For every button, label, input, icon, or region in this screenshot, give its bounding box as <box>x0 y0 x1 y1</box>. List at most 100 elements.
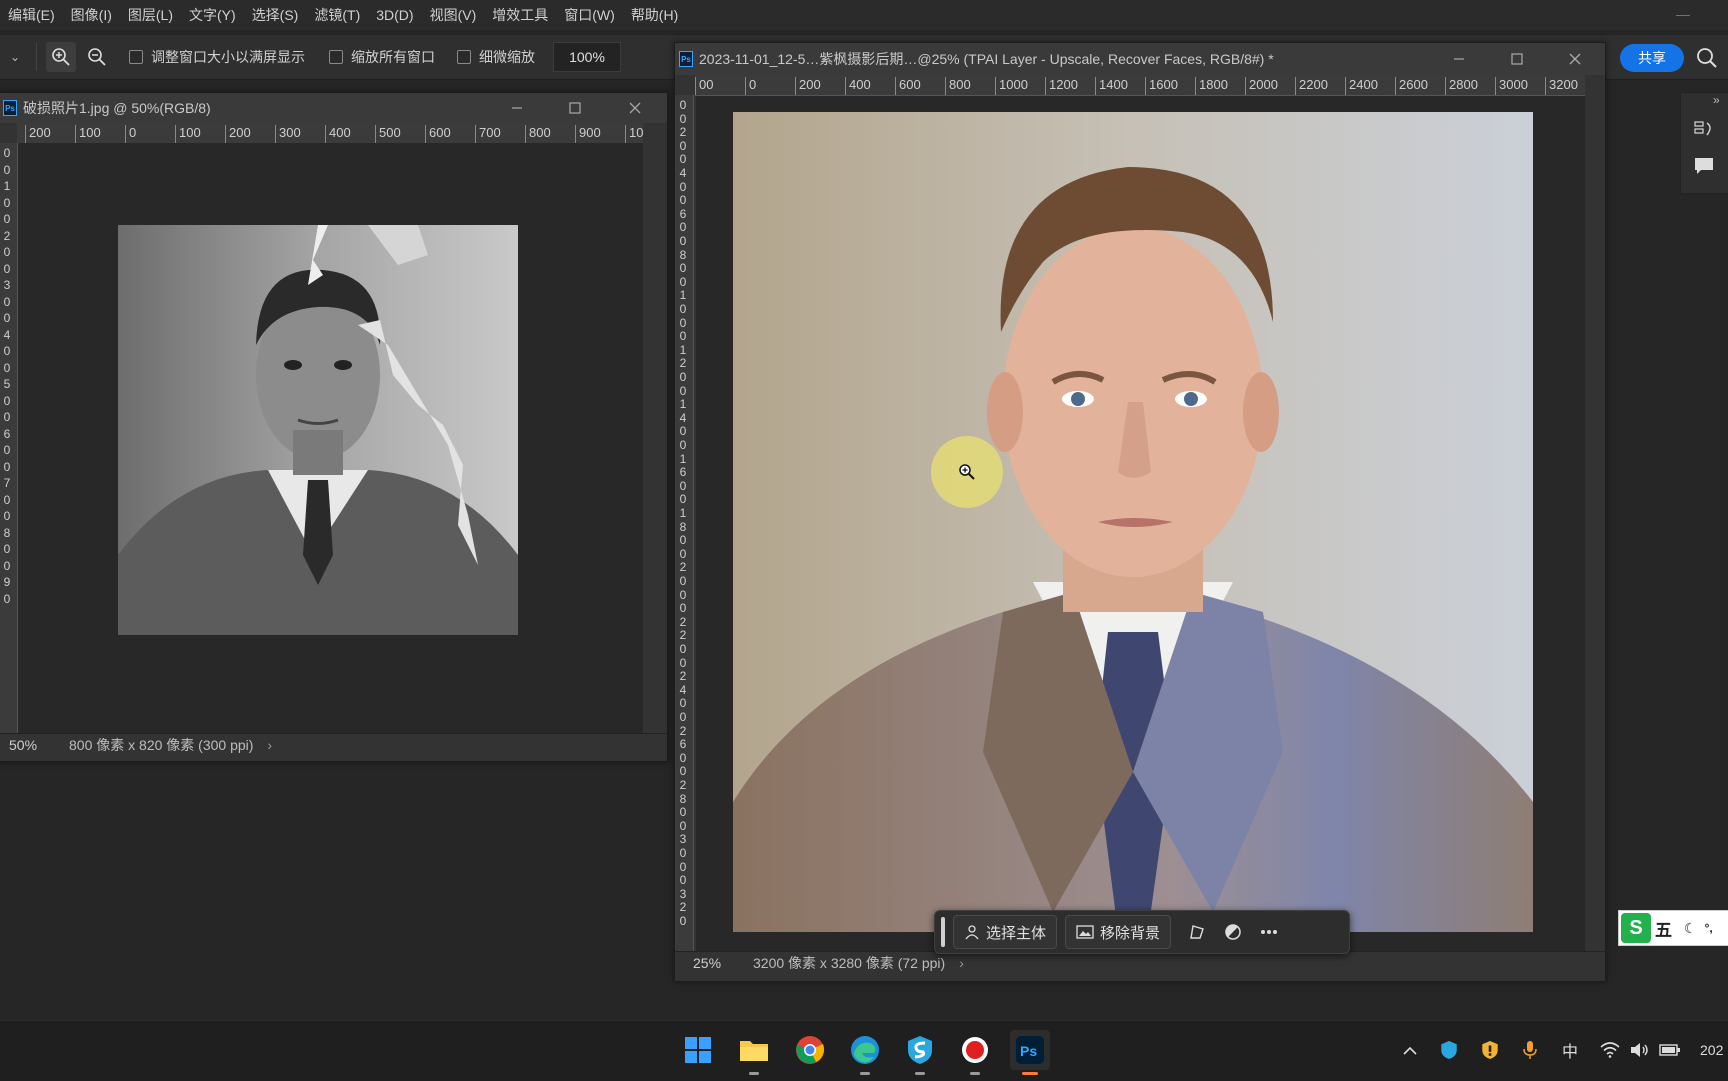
left-zoom-level[interactable]: 50% <box>0 737 59 753</box>
ruler-tick-digit: 0 <box>3 410 11 424</box>
ruler-tick-digit: 0 <box>679 574 687 588</box>
resize-windows-checkbox[interactable]: 调整窗口大小以满屏显示 <box>129 47 305 67</box>
menu-item[interactable]: 滤镜(T) <box>306 0 368 30</box>
adjustment-button[interactable] <box>1215 916 1251 948</box>
checkbox-box[interactable] <box>329 50 343 64</box>
photoshop-taskbar-button[interactable]: Ps <box>1010 1030 1050 1070</box>
ruler-tick-digit: 0 <box>3 294 11 309</box>
start-button[interactable] <box>678 1030 718 1070</box>
zoom-in-button[interactable] <box>46 42 76 72</box>
edge-button[interactable] <box>845 1030 885 1070</box>
ruler-tick-digit: 0 <box>679 179 687 194</box>
zoom-percent-field[interactable]: 100% <box>553 42 621 72</box>
right-canvas[interactable] <box>696 96 1585 951</box>
ruler-tick-digit: 0 <box>679 492 687 507</box>
left-vertical-ruler[interactable]: 0 0 1 0 0 2 0 0 3 0 0 4 0 0 5 0 0 6 0 0 7 0 0 8 0 0 9 0 <box>0 143 18 733</box>
scrubby-zoom-checkbox[interactable]: 细微缩放 <box>457 47 535 67</box>
chrome-button[interactable] <box>790 1030 830 1070</box>
ruler-tick-digit: 2 <box>679 614 687 629</box>
search-button[interactable] <box>1696 47 1718 72</box>
ruler-tick-digit: 0 <box>3 393 11 408</box>
ruler-tick-digit: 0 <box>679 710 687 724</box>
status-menu-chevron-icon[interactable]: › <box>959 955 964 971</box>
left-canvas[interactable] <box>18 143 643 733</box>
left-horizontal-ruler[interactable]: 200 100 0 100 200 300 400 500 600 700 800 900 10 <box>17 123 643 144</box>
checkbox-box[interactable] <box>129 50 143 64</box>
battery-button[interactable] <box>1658 1038 1682 1062</box>
drag-handle[interactable] <box>941 917 945 947</box>
more-options-button[interactable] <box>1251 916 1287 948</box>
recorder-button[interactable] <box>955 1030 995 1070</box>
checkbox-box[interactable] <box>457 50 471 64</box>
right-doc-close-button[interactable] <box>1555 43 1595 75</box>
zoom-all-windows-checkbox[interactable]: 缩放所有窗口 <box>329 47 435 67</box>
menu-item[interactable]: 视图(V) <box>422 0 485 30</box>
left-doc-close-button[interactable] <box>615 93 655 123</box>
right-doc-maximize-button[interactable] <box>1497 43 1537 75</box>
ruler-tick-digit: 3 <box>679 832 687 847</box>
close-icon <box>1569 53 1581 65</box>
close-icon <box>629 102 641 114</box>
right-doc-minimize-button[interactable] <box>1439 43 1479 75</box>
file-explorer-button[interactable] <box>734 1030 774 1070</box>
menu-item[interactable]: 增效工具 <box>484 0 556 30</box>
security-app-button[interactable] <box>900 1030 940 1070</box>
menu-item[interactable]: 图像(I) <box>63 0 120 30</box>
damaged-portrait-image <box>118 225 518 635</box>
ruler-tick-label: 2200 <box>1295 77 1328 95</box>
ruler-tick-label: 1400 <box>1095 77 1128 95</box>
ruler-tick-digit: 3 <box>679 886 687 901</box>
menu-item[interactable]: 编辑(E) <box>0 0 63 30</box>
tool-preset-dropdown[interactable]: ⌄ <box>0 50 30 64</box>
app-minimize-button[interactable]: — <box>1676 6 1690 22</box>
history-panel-button[interactable] <box>1693 119 1715 144</box>
ruler-tick-digit: 8 <box>3 525 11 540</box>
ruler-tick-digit: 8 <box>679 791 687 806</box>
right-vertical-ruler[interactable]: 0020040060080010001200140016001800200022… <box>675 95 694 951</box>
menu-item[interactable]: 帮助(H) <box>623 0 686 30</box>
ruler-tick-label: 2400 <box>1345 77 1378 95</box>
ruler-tick-digit: 0 <box>679 152 687 167</box>
menu-item[interactable]: 文字(Y) <box>181 0 244 30</box>
menu-item[interactable]: 图层(L) <box>120 0 181 30</box>
clock-date[interactable]: 202 <box>1700 1038 1728 1062</box>
left-doc-titlebar[interactable]: Ps 破损照片1.jpg @ 50%(RGB/8) <box>0 93 667 123</box>
expand-panels-button[interactable]: » <box>1713 93 1720 107</box>
remove-background-button[interactable]: 移除背景 <box>1065 915 1172 949</box>
ime-status-bar[interactable]: S 五 ☾ °, <box>1618 910 1728 946</box>
right-horizontal-ruler[interactable]: 00 0 200 400 600 800 1000 1200 1400 1600 1800 2000 2… <box>695 75 1585 96</box>
ruler-tick-label: 2600 <box>1395 77 1428 95</box>
status-menu-chevron-icon[interactable]: › <box>267 737 272 753</box>
svg-text:Ps: Ps <box>1020 1043 1037 1059</box>
wifi-button[interactable] <box>1598 1038 1622 1062</box>
contextual-task-bar: 选择主体 移除背景 <box>934 910 1350 954</box>
menu-item[interactable]: 窗口(W) <box>556 0 623 30</box>
transform-button[interactable] <box>1179 916 1215 948</box>
tray-security-button[interactable] <box>1437 1038 1461 1062</box>
show-hidden-icons-button[interactable] <box>1398 1038 1422 1062</box>
right-zoom-level[interactable]: 25% <box>675 955 743 971</box>
ruler-tick-digit: 0 <box>679 846 687 860</box>
microphone-button[interactable] <box>1518 1038 1542 1062</box>
input-language-indicator[interactable]: 中 <box>1558 1038 1582 1062</box>
volume-button[interactable] <box>1628 1038 1652 1062</box>
select-subject-button[interactable]: 选择主体 <box>953 915 1058 949</box>
ruler-tick-digit: 0 <box>679 138 687 153</box>
tray-defender-button[interactable] <box>1478 1038 1502 1062</box>
windows-logo-icon <box>685 1037 711 1063</box>
ruler-tick-digit: 0 <box>679 478 687 493</box>
comments-panel-button[interactable] <box>1693 155 1715 180</box>
left-doc-maximize-button[interactable] <box>555 93 595 123</box>
menu-item[interactable]: 选择(S) <box>244 0 307 30</box>
ruler-tick-digit: 0 <box>3 162 11 177</box>
ruler-tick-digit: 1 <box>679 506 687 520</box>
ruler-tick-label: 100 <box>75 125 101 143</box>
share-button[interactable]: 共享 <box>1620 44 1684 72</box>
photoshop-doc-icon: Ps <box>3 100 17 116</box>
history-icon <box>1694 121 1711 136</box>
zoom-out-button[interactable] <box>82 42 112 72</box>
ruler-tick-label: 600 <box>895 77 921 95</box>
right-doc-titlebar[interactable]: Ps 2023-11-01_12-5…紫枫摄影后期…@25% (TPAI Lay… <box>675 43 1605 75</box>
left-doc-minimize-button[interactable] <box>497 93 537 123</box>
menu-item[interactable]: 3D(D) <box>368 0 421 30</box>
